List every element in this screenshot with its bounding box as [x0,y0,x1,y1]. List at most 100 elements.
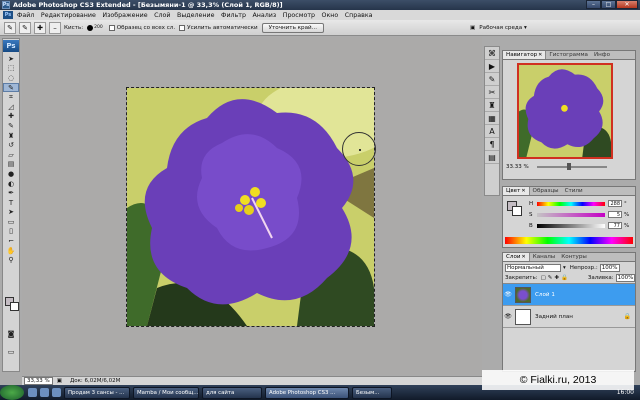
quicklaunch-ie-icon[interactable] [40,388,49,397]
menu-image[interactable]: Изображение [102,12,147,19]
shape-tool-icon[interactable]: ▭ [3,217,19,227]
quick-mask-icon[interactable]: ◙ [3,329,19,339]
tab-histogram[interactable]: Гистограмма [546,51,591,59]
menu-filter[interactable]: Фильтр [221,12,246,19]
tab-info[interactable]: Инфо [591,51,613,59]
layer-row-background[interactable]: 👁 Задний план 🔒 [503,306,635,328]
close-icon[interactable]: ✕ [521,188,525,194]
subtract-selection-mode[interactable]: – [49,21,61,34]
tab-swatches[interactable]: Образцы [530,187,562,195]
navigator-zoom-value[interactable]: 33.33 % [506,164,529,170]
workspace-icon[interactable]: ▣ [470,25,475,31]
brush-tool-icon[interactable]: ✎ [3,121,19,131]
tab-layers[interactable]: Слои✕ [503,253,530,261]
move-tool-icon[interactable]: ➤ [3,54,19,64]
auto-enhance-checkbox[interactable] [179,24,186,31]
brush-preview-icon[interactable] [87,24,94,31]
dodge-tool-icon[interactable]: ◐ [3,179,19,189]
slice-tool-icon[interactable]: ◿ [3,102,19,112]
saturation-value[interactable]: 5 [608,211,622,218]
new-selection-mode[interactable]: ✎ [19,21,31,34]
lock-all-icon[interactable]: 🔒 [561,275,568,281]
character-panel-icon[interactable]: A [485,125,499,138]
brightness-value[interactable]: 77 [608,222,622,229]
menu-select[interactable]: Выделение [177,12,215,19]
clone-stamp-icon[interactable]: ♜ [3,131,19,141]
pen-tool-icon[interactable]: ✒ [3,188,19,198]
layer-row-layer1[interactable]: 👁 Слой 1 [503,284,635,306]
menu-layer[interactable]: Слой [154,12,170,19]
restore-icon[interactable]: □ [601,0,616,9]
history-brush-icon[interactable]: ↺ [3,140,19,150]
clock[interactable]: 16:00 [617,389,634,396]
tab-paths[interactable]: Контуры [558,253,590,261]
menu-file[interactable]: Файл [17,12,34,19]
document-canvas[interactable] [126,87,375,327]
hue-slider[interactable] [537,201,605,206]
blend-chevron-icon[interactable]: ▾ [563,265,566,271]
lock-move-icon[interactable]: ✚ [554,275,559,281]
brightness-slider[interactable] [537,223,605,228]
start-button[interactable] [0,385,24,400]
opacity-field[interactable]: 100% [599,263,620,272]
close-icon[interactable]: ✕ [538,52,542,58]
menu-analysis[interactable]: Анализ [252,12,276,19]
menu-window[interactable]: Окно [322,12,339,19]
workspace-menu[interactable]: Рабочая среда ▾ [479,25,527,31]
blend-mode-select[interactable]: Нормальный [505,263,561,272]
add-selection-mode[interactable]: ✚ [34,21,46,34]
eraser-tool-icon[interactable]: ▱ [3,150,19,160]
canvas-area[interactable] [22,37,482,375]
saturation-slider[interactable] [537,212,605,217]
lock-pixels-icon[interactable]: ▢ [541,275,546,281]
task-untitled[interactable]: Безым... [352,386,392,399]
hue-value[interactable]: 288 [608,200,622,207]
layer-comps-panel-icon[interactable]: ▦ [485,112,499,125]
navigator-preview[interactable] [517,63,613,159]
task-photoshop[interactable]: Adobe Photoshop CS3 ... [265,386,349,399]
menu-help[interactable]: Справка [345,12,373,19]
marquee-tool-icon[interactable]: ⬚ [3,64,19,74]
zoom-level-field[interactable]: 33,33 % [24,377,53,385]
task-folder[interactable]: для сайта [202,386,262,399]
quicklaunch-desktop-icon[interactable] [28,388,37,397]
refine-edge-button[interactable]: Уточнить край... [261,22,324,33]
quick-selection-tool-icon[interactable]: ✎ [3,82,19,93]
lock-brush-icon[interactable]: ✎ [548,275,553,281]
history-panel-icon[interactable]: ⌘ [485,47,499,60]
screen-mode-icon[interactable]: ▭ [3,347,19,357]
task-mamba[interactable]: Mamba / Мои сообщ... [133,386,199,399]
task-firefox[interactable]: Продам 3 сансы - ... [64,386,130,399]
tool-presets-panel-icon[interactable]: ✂ [485,86,499,99]
eyedropper-tool-icon[interactable]: ⌐ [3,236,19,246]
eye-icon[interactable]: 👁 [503,291,513,298]
color-ramp[interactable] [505,237,633,244]
tab-navigator[interactable]: Навигатор✕ [503,51,547,59]
gradient-tool-icon[interactable]: ▤ [3,160,19,170]
type-tool-icon[interactable]: T [3,198,19,208]
navigator-zoom-slider[interactable] [536,163,607,170]
tool-preset-picker[interactable]: ✎ [4,21,16,34]
background-color-swatch[interactable] [10,302,19,311]
info-panel-icon[interactable]: ▤ [485,151,499,164]
crop-tool-icon[interactable]: ⌗ [3,92,19,102]
actions-panel-icon[interactable]: ▶ [485,60,499,73]
status-preview-icon[interactable]: ▣ [57,378,62,384]
close-icon[interactable]: ✕ [616,0,638,9]
color-bg-swatch[interactable] [512,206,522,216]
close-icon[interactable]: ✕ [522,254,526,260]
healing-brush-icon[interactable]: ✚ [3,112,19,122]
clone-source-panel-icon[interactable]: ♜ [485,99,499,112]
sample-all-checkbox[interactable] [108,24,115,31]
fill-field[interactable]: 100% [615,274,636,282]
brushes-panel-icon[interactable]: ✎ [485,73,499,86]
notes-tool-icon[interactable]: ▯ [3,227,19,237]
quicklaunch-media-icon[interactable] [52,388,61,397]
lasso-tool-icon[interactable]: ◌ [3,73,19,83]
layer-name[interactable]: Слой 1 [535,292,555,298]
tab-styles[interactable]: Стили [562,187,586,195]
blur-tool-icon[interactable]: ● [3,169,19,179]
tab-color[interactable]: Цвет✕ [503,187,530,195]
menu-edit[interactable]: Редактирование [41,12,96,19]
eye-icon[interactable]: 👁 [503,313,513,320]
